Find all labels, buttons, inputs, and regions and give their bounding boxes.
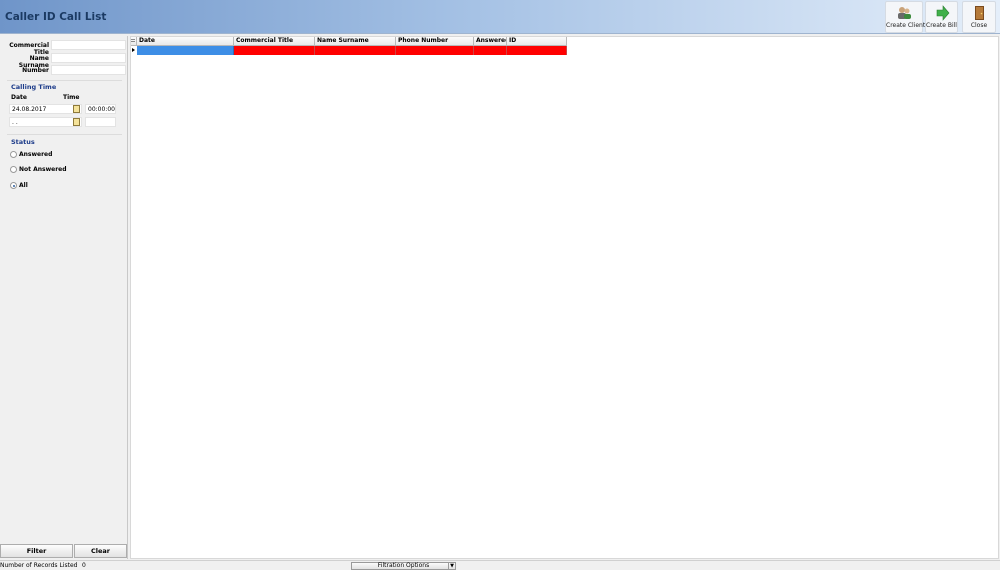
clear-button[interactable]: Clear — [74, 544, 127, 558]
page-title: Caller ID Call List — [5, 11, 107, 23]
create-client-button[interactable]: Create Client — [885, 1, 926, 33]
create-bill-label: Create Bill — [926, 22, 957, 29]
column-header-commercial-title[interactable]: Commercial Title — [234, 37, 315, 46]
radio-answered-label[interactable]: Answered — [19, 151, 52, 158]
radio-all[interactable] — [10, 182, 17, 189]
records-count: 0 — [82, 562, 86, 569]
time-label: Time — [63, 94, 80, 101]
separator — [7, 80, 122, 81]
end-time-input[interactable] — [85, 117, 116, 127]
radio-all-label[interactable]: All — [19, 182, 28, 189]
calendar-icon[interactable] — [73, 105, 80, 113]
number-input[interactable] — [51, 65, 126, 75]
create-client-icon — [898, 7, 911, 19]
create-bill-icon — [936, 5, 949, 21]
filter-panel: Commercial Title Name Surname Number Cal… — [0, 36, 128, 559]
create-bill-button[interactable]: Create Bill — [925, 1, 958, 33]
start-time-input[interactable]: 00:00:00 — [85, 104, 116, 114]
radio-answered[interactable] — [10, 151, 17, 158]
create-client-label: Create Client — [886, 22, 926, 29]
date-label: Date — [11, 94, 27, 101]
grid-header: :: Date Commercial Title Name Surname Ph… — [131, 37, 567, 46]
records-label: Number of Records Listed — [0, 562, 78, 569]
separator — [7, 134, 122, 135]
row-indicator-icon — [131, 46, 137, 55]
column-header-answered[interactable]: Answered — [474, 37, 507, 46]
radio-not-answered[interactable] — [10, 166, 17, 173]
start-date-input[interactable]: 24.08.2017 — [9, 104, 82, 114]
end-date-input[interactable]: . . — [9, 117, 82, 127]
number-label: Number — [22, 67, 49, 74]
commercial-title-input[interactable] — [51, 40, 126, 50]
cell-phone-number[interactable] — [396, 46, 474, 55]
cell-date[interactable] — [137, 46, 234, 55]
column-header-phone-number[interactable]: Phone Number — [396, 37, 474, 46]
column-header-id[interactable]: ID — [507, 37, 567, 46]
close-label: Close — [970, 22, 988, 29]
filtration-options-dropdown[interactable]: Filtration Options ▼ — [351, 562, 456, 570]
cell-answered[interactable] — [474, 46, 507, 55]
chevron-down-icon[interactable]: ▼ — [448, 563, 455, 569]
column-header-date[interactable]: Date — [137, 37, 234, 46]
cell-name-surname[interactable] — [315, 46, 396, 55]
radio-not-answered-label[interactable]: Not Answered — [19, 166, 67, 173]
status-bar: Number of Records Listed 0 Filtration Op… — [0, 560, 1000, 570]
commercial-title-label: Commercial Title — [9, 42, 49, 56]
table-row[interactable] — [131, 46, 567, 55]
call-list-grid[interactable]: :: Date Commercial Title Name Surname Ph… — [130, 36, 999, 559]
column-header-name-surname[interactable]: Name Surname — [315, 37, 396, 46]
cell-commercial-title[interactable] — [234, 46, 315, 55]
calling-time-heading: Calling Time — [11, 83, 57, 91]
status-heading: Status — [11, 138, 35, 146]
filtration-options-label: Filtration Options — [377, 562, 430, 569]
cell-id[interactable] — [507, 46, 567, 55]
close-door-icon — [975, 6, 984, 20]
calendar-icon[interactable] — [73, 118, 80, 126]
window-header: Caller ID Call List Create Client Create… — [0, 0, 1000, 34]
name-surname-input[interactable] — [51, 53, 126, 63]
close-button[interactable]: Close — [962, 1, 996, 33]
filter-button[interactable]: Filter — [0, 544, 73, 558]
